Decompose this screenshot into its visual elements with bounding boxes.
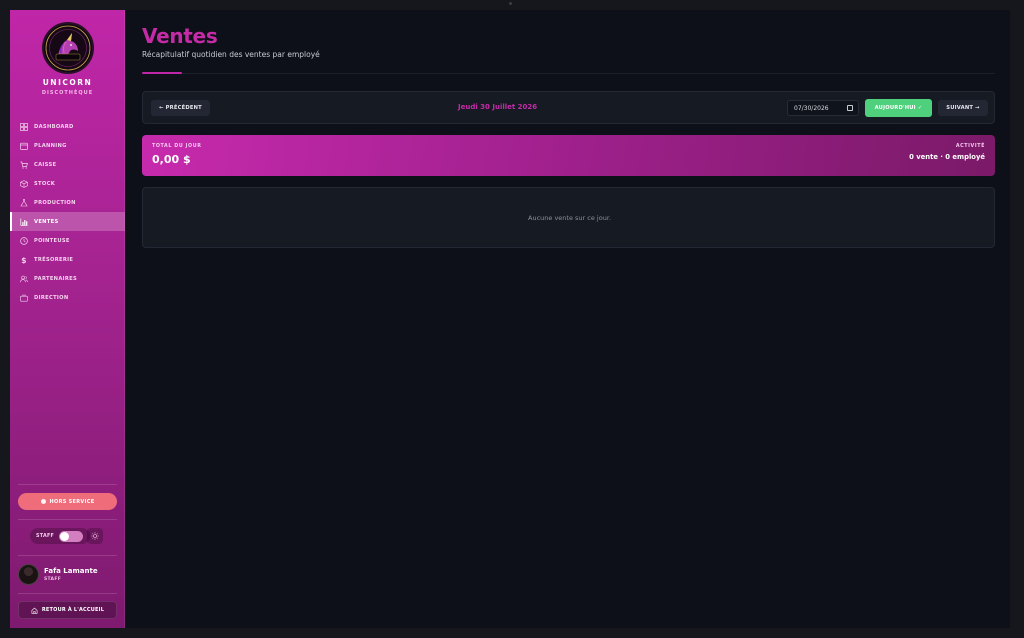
sidebar-divider: [18, 484, 117, 485]
staff-toggle-label: STAFF: [36, 533, 55, 539]
clock-icon: [20, 236, 28, 245]
window-handle-dot: [509, 2, 512, 5]
app-window: UNICORN DISCOTHÈQUE DASHBOARD PLANNING C…: [10, 10, 1010, 628]
sidebar-item-partenaires[interactable]: PARTENAIRES: [10, 269, 125, 288]
bar-chart-icon: [20, 218, 28, 226]
previous-day-button[interactable]: ← PRÉCÉDENT: [151, 100, 210, 116]
toggle-knob: [60, 531, 70, 541]
date-navigation-bar: ← PRÉCÉDENT Jeudi 30 Juillet 2026 07/30/…: [142, 91, 995, 124]
sidebar: UNICORN DISCOTHÈQUE DASHBOARD PLANNING C…: [10, 10, 125, 628]
total-label: TOTAL DU JOUR: [152, 144, 202, 149]
sidebar-item-stock[interactable]: STOCK: [10, 174, 125, 193]
date-picker-input[interactable]: 07/30/2026: [787, 100, 859, 116]
sidebar-item-label: STOCK: [34, 180, 56, 187]
empty-state-message: Aucune vente sur ce jour.: [528, 214, 611, 222]
cart-icon: [20, 161, 28, 169]
back-home-button[interactable]: RETOUR À L'ACCUEIL: [18, 601, 117, 619]
theme-toggle-button[interactable]: [87, 528, 103, 544]
calendar-icon: [20, 142, 28, 150]
user-profile[interactable]: Fafa Lamante STAFF: [18, 564, 118, 586]
sidebar-divider: [18, 555, 117, 556]
sidebar-item-label: DASHBOARD: [34, 123, 74, 130]
today-button[interactable]: AUJOURD'HUI ✓: [865, 99, 932, 117]
sidebar-item-label: PLANNING: [34, 142, 67, 149]
sidebar-item-label: CAISSE: [34, 161, 57, 168]
sun-icon: [91, 532, 99, 540]
unicorn-logo[interactable]: [42, 22, 94, 74]
sidebar-item-label: POINTEUSE: [34, 237, 70, 244]
sidebar-divider: [18, 519, 117, 520]
staff-toggle[interactable]: [59, 530, 84, 542]
sidebar-item-pointeuse[interactable]: POINTEUSE: [10, 231, 125, 250]
daily-summary-card: TOTAL DU JOUR 0,00 $ ACTIVITÉ 0 vente · …: [142, 135, 995, 176]
sidebar-item-caisse[interactable]: CAISSE: [10, 155, 125, 174]
brand-subtitle: DISCOTHÈQUE: [41, 90, 94, 96]
page-subtitle: Récapitulatif quotidien des ventes par e…: [142, 50, 320, 59]
total-value: 0,00 $: [152, 153, 191, 166]
sidebar-nav: DASHBOARD PLANNING CAISSE STOCK PRODUCTI…: [10, 117, 125, 307]
page-title: Ventes: [142, 24, 218, 48]
user-role: STAFF: [44, 577, 62, 582]
unicorn-logo-icon: [45, 25, 91, 71]
sidebar-item-production[interactable]: PRODUCTION: [10, 193, 125, 212]
hors-service-label: HORS SERVICE: [49, 498, 95, 505]
sidebar-item-label: VENTES: [34, 218, 59, 225]
user-name: Fafa Lamante: [44, 567, 98, 575]
grid-icon: [20, 122, 28, 131]
current-date-label: Jeudi 30 Juillet 2026: [458, 103, 538, 111]
svg-text:$: $: [21, 256, 27, 264]
sidebar-item-dashboard[interactable]: DASHBOARD: [10, 117, 125, 136]
staff-toggle-group: STAFF: [30, 528, 90, 544]
sales-list-empty: Aucune vente sur ce jour.: [142, 187, 995, 248]
title-accent-bar: [142, 72, 182, 74]
activity-label: ACTIVITÉ: [955, 144, 985, 149]
calendar-picker-icon[interactable]: [847, 105, 853, 111]
activity-value: 0 vente · 0 employé: [909, 153, 985, 161]
sidebar-item-label: PRODUCTION: [34, 199, 76, 206]
main-content: Ventes Récapitulatif quotidien des vente…: [142, 10, 995, 628]
sidebar-item-planning[interactable]: PLANNING: [10, 136, 125, 155]
sidebar-item-label: TRÉSORERIE: [34, 256, 74, 263]
users-icon: [20, 275, 28, 283]
box-icon: [20, 179, 28, 188]
back-home-label: RETOUR À L'ACCUEIL: [41, 607, 105, 613]
next-day-button[interactable]: SUIVANT →: [938, 100, 988, 116]
status-dot-icon: [40, 499, 46, 504]
sidebar-item-label: PARTENAIRES: [34, 275, 78, 282]
home-icon: [31, 607, 38, 614]
sidebar-item-direction[interactable]: DIRECTION: [10, 288, 125, 307]
flask-icon: [20, 198, 28, 207]
brand-name: UNICORN: [42, 78, 93, 87]
sidebar-item-tresorerie[interactable]: $ TRÉSORERIE: [10, 250, 125, 269]
hors-service-button[interactable]: HORS SERVICE: [18, 493, 117, 510]
sidebar-item-label: DIRECTION: [34, 294, 69, 301]
date-picker-value: 07/30/2026: [794, 104, 829, 112]
title-divider: [182, 73, 995, 74]
avatar: [18, 564, 39, 585]
briefcase-icon: [20, 294, 28, 302]
dollar-icon: $: [20, 256, 28, 264]
sidebar-item-ventes[interactable]: VENTES: [10, 212, 125, 231]
sidebar-divider: [18, 593, 117, 594]
